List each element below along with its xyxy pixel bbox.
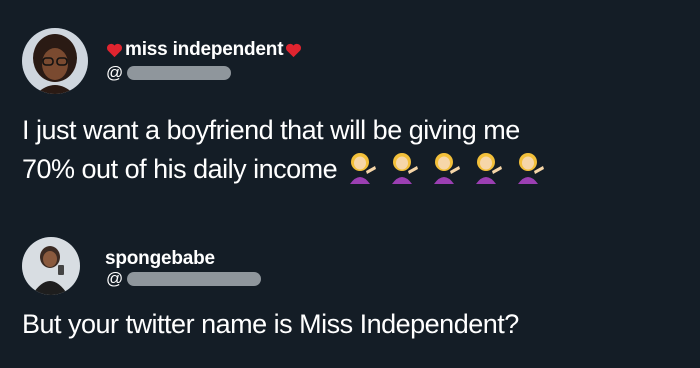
tweet-text-line: But your twitter name is Miss Independen… [22, 309, 519, 339]
red-heart-icon [106, 43, 123, 58]
tweet-text-line: I just want a boyfriend that will be giv… [22, 115, 520, 145]
display-name: miss independent [125, 39, 284, 60]
avatar[interactable] [22, 28, 88, 94]
handle-row[interactable]: @ [106, 63, 232, 83]
display-name-row[interactable]: spongebabe [105, 248, 215, 270]
emoji-row [347, 152, 557, 184]
tweet-2: spongebabe @ But your twitter name is Mi… [0, 215, 700, 368]
handle-redacted [127, 272, 262, 286]
tweet-text-line-text: 70% out of his daily income [22, 154, 338, 184]
red-heart-icon [285, 43, 302, 58]
woman-tipping-hand-icon [431, 152, 461, 184]
woman-tipping-hand-icon [473, 152, 503, 184]
display-name-row[interactable]: miss independent [104, 39, 304, 61]
handle-at: @ [106, 269, 124, 288]
woman-tipping-hand-icon [389, 152, 419, 184]
tweet-text: I just want a boyfriend that will be giv… [22, 111, 692, 189]
tweet-text-line-2: 70% out of his daily income [22, 150, 692, 189]
handle-row[interactable]: @ [106, 269, 262, 289]
tweet-1: miss independent @ I just want a boyfrie… [0, 0, 700, 210]
woman-tipping-hand-icon [515, 152, 545, 184]
avatar[interactable] [22, 237, 80, 295]
woman-tipping-hand-icon [347, 152, 377, 184]
handle-at: @ [106, 63, 124, 82]
tweet-text: But your twitter name is Miss Independen… [22, 305, 692, 344]
display-name: spongebabe [105, 248, 215, 269]
handle-redacted [127, 66, 232, 80]
